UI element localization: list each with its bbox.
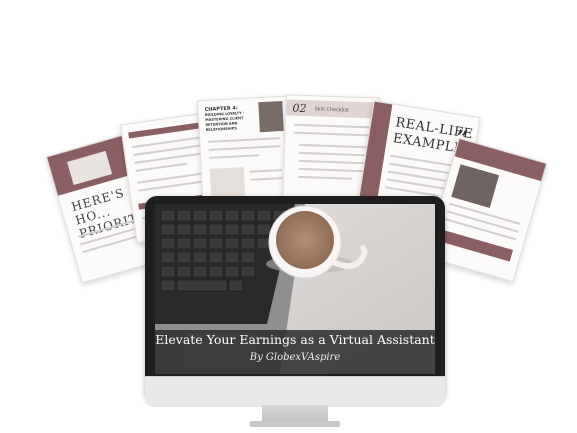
monitor-stand-base bbox=[250, 421, 340, 427]
monitor-chin bbox=[145, 376, 445, 407]
screen-byline: By GlobexVAspire bbox=[249, 352, 341, 363]
checklist-number: 02 bbox=[292, 101, 307, 116]
document-page-chapter4: CHAPTER 4: BUILDING LOYALTY - MASTERING … bbox=[197, 95, 293, 213]
page-header-bar bbox=[128, 122, 201, 139]
workspace-photo bbox=[155, 204, 435, 374]
chapter-subheading: BUILDING LOYALTY - MASTERING CLIENT RETE… bbox=[204, 110, 245, 133]
monitor-screen: Elevate Your Earnings as a Virtual Assis… bbox=[155, 204, 435, 374]
checklist-title: Skill Checklist bbox=[314, 106, 350, 114]
screen-title: Elevate Your Earnings as a Virtual Assis… bbox=[155, 332, 435, 347]
monitor-bezel: Elevate Your Earnings as a Virtual Assis… bbox=[145, 196, 445, 396]
woman-photo bbox=[258, 100, 284, 133]
desk-photo bbox=[209, 167, 246, 199]
tablet-photo bbox=[451, 164, 500, 208]
